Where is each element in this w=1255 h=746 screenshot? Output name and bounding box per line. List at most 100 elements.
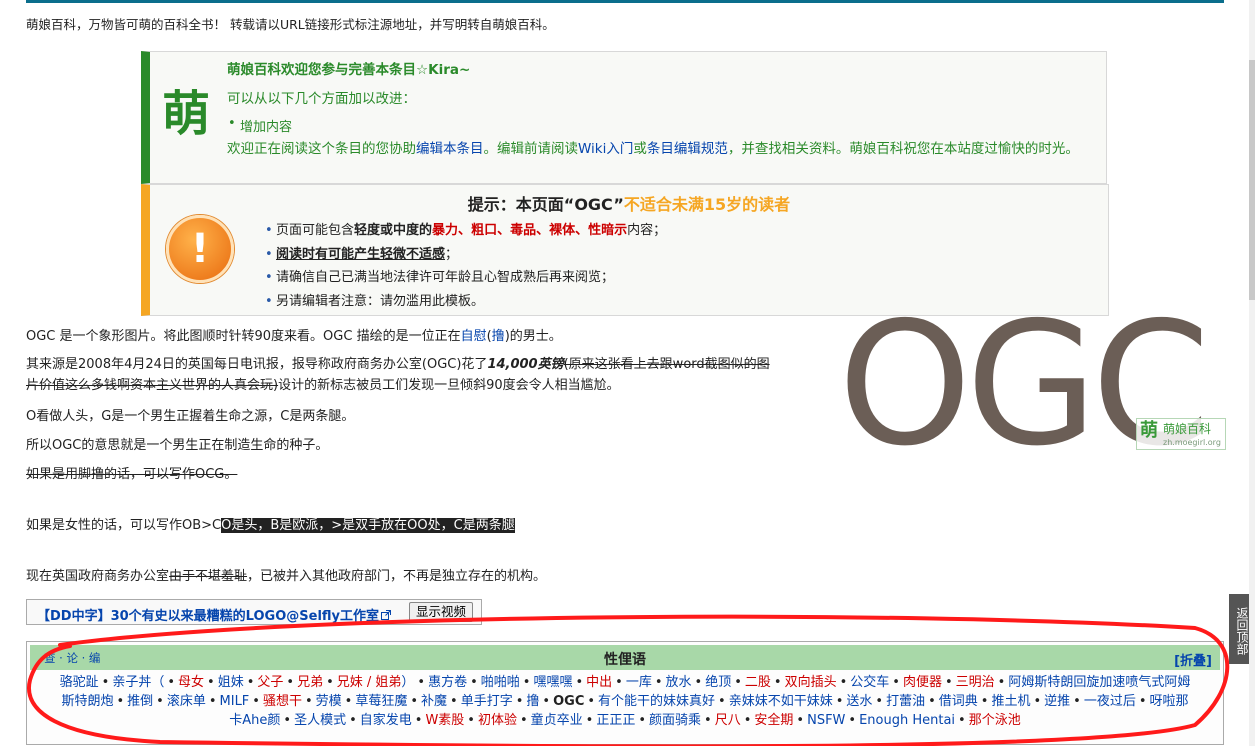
- scrollbar-thumb[interactable]: [1249, 60, 1255, 300]
- item-tag: 粗口: [471, 223, 498, 238]
- navbox-link[interactable]: 一库: [626, 675, 652, 690]
- navbox-separator: •: [207, 675, 215, 690]
- video-link[interactable]: 【DD中字】30个有史以来最糟糕的LOGO@Selfly工作室: [37, 605, 392, 624]
- moe-logo-icon: 萌: [162, 86, 211, 142]
- navbox-link[interactable]: 肉便器: [903, 675, 942, 690]
- navbox-separator: •: [704, 713, 712, 728]
- edit-guide-link[interactable]: 条目编辑规范: [647, 141, 728, 157]
- navbox-separator: •: [928, 694, 936, 709]
- navbox-link[interactable]: 尺八: [715, 713, 741, 728]
- navbox-link[interactable]: 亲妹妹不如干妹妹: [729, 694, 833, 709]
- navbox-separator: •: [875, 694, 884, 709]
- navbox-separator: •: [519, 713, 528, 728]
- navbox-link[interactable]: ）: [401, 675, 414, 690]
- navbox-link[interactable]: 补魔: [421, 694, 447, 709]
- navbox-separator: •: [349, 713, 357, 728]
- paragraph-4: 所以OGC的意思就是一个男生正在制造生命的种子。: [26, 438, 329, 453]
- navbox-link[interactable]: 父子: [257, 675, 283, 690]
- site-disclaimer: 萌娘百科，万物皆可萌的百科全书！ 转载请以URL链接形式标注源地址，并写明转自萌…: [26, 17, 555, 32]
- navbox-link[interactable]: 三明治: [956, 675, 995, 690]
- navbox-link[interactable]: 有个能干的妹妹真好: [598, 694, 715, 709]
- navbox-link[interactable]: 斯特朗炮: [61, 694, 113, 709]
- navbox-link[interactable]: 嘿嘿嘿: [533, 675, 572, 690]
- navbox-separator: •: [467, 713, 475, 728]
- navbox-link[interactable]: NSFW: [807, 713, 845, 728]
- navbox-separator: •: [246, 675, 255, 690]
- navbox-collapse-button[interactable]: [折叠]: [1174, 650, 1212, 669]
- navbox-link[interactable]: 滚床单: [167, 694, 206, 709]
- item-tag: 裸体: [549, 223, 576, 238]
- navbox-separator: •: [944, 675, 953, 690]
- navbox-link[interactable]: 初体验: [478, 713, 517, 728]
- navbox-separator: •: [1073, 694, 1081, 709]
- navbox-link[interactable]: 那个泳池: [969, 713, 1021, 728]
- wiki-intro-link[interactable]: Wiki入门: [578, 141, 633, 157]
- navbox-separator: •: [575, 675, 584, 690]
- navbox-link[interactable]: 兄妹 / 姐弟: [337, 675, 402, 690]
- spoiler-text[interactable]: O是头，B是欧派，>是双手放在OO处，C是两条腿: [221, 518, 515, 533]
- age-warning-title-age: 不适合未满15岁的读者: [623, 195, 791, 214]
- moegirl-watermark: 萌 萌娘百科 zh.moegirl.org: [1136, 418, 1226, 450]
- navbox-link[interactable]: 劳模: [316, 694, 342, 709]
- navbox-link[interactable]: 自家发电: [360, 713, 412, 728]
- navbox-link[interactable]: 母女: [178, 675, 204, 690]
- navbox-link[interactable]: 推倒: [127, 694, 153, 709]
- navbox-link[interactable]: 打蕾油: [886, 694, 925, 709]
- navbox-separator: •: [101, 675, 110, 690]
- navbox-separator: •: [848, 713, 857, 728]
- lu-link[interactable]: 撸: [492, 329, 505, 344]
- navbox-separator: •: [694, 675, 703, 690]
- navbox-link[interactable]: 公交车: [850, 675, 889, 690]
- scrollbar-track[interactable]: [1249, 0, 1255, 746]
- item-tag: 毒品: [510, 223, 537, 238]
- navbox-link[interactable]: 二股: [745, 675, 771, 690]
- navbox-link[interactable]: 圣人模式: [294, 713, 346, 728]
- navbox-link[interactable]: 啪啪啪: [481, 675, 520, 690]
- paragraph-5: 如果是用脚撸的话，可以写作OCG。: [26, 467, 238, 482]
- navbox-link[interactable]: 绝顶: [705, 675, 731, 690]
- masturbation-link[interactable]: 自慰: [461, 329, 487, 344]
- p-text: OGC 是一个象形图片。将此图顺时针转90度来看。OGC 描绘的是一位正在: [26, 329, 461, 344]
- navbox-separator: •: [286, 675, 295, 690]
- age-warning-item: 阅读时有可能产生轻微不适感；: [265, 243, 666, 267]
- back-to-top-button[interactable]: 返回顶部: [1229, 594, 1249, 664]
- edit-article-link[interactable]: 编辑本条目: [416, 141, 484, 157]
- navbox-separator: •: [654, 675, 663, 690]
- item-tag-sep: 、: [497, 223, 511, 238]
- navbox-link[interactable]: W素股: [425, 713, 464, 728]
- navbox-link[interactable]: 一夜过后: [1084, 694, 1136, 709]
- p-text: 现在英国政府商务办公室: [26, 569, 170, 584]
- desc-text: ，并查找相关资料。萌娘百科祝您在本站度过愉快的时光。: [727, 141, 1079, 157]
- navbox-link[interactable]: 姐妹: [218, 675, 244, 690]
- navbox-link[interactable]: 草莓狂魔: [355, 694, 407, 709]
- item-tag-sep: 、: [458, 223, 472, 238]
- navbox-link[interactable]: 逆推: [1044, 694, 1070, 709]
- navbox-link[interactable]: 呀啦那: [1150, 694, 1189, 709]
- navbox-link[interactable]: 单手打字: [461, 694, 513, 709]
- navbox-link[interactable]: 童贞卒业: [531, 713, 583, 728]
- warning-icon: !: [166, 215, 234, 283]
- show-video-button[interactable]: 显示视频: [409, 602, 474, 622]
- navbox-link[interactable]: 双向插头: [785, 675, 837, 690]
- navbox-link[interactable]: 骚想干: [263, 694, 302, 709]
- navbox-link[interactable]: 正正正: [596, 713, 635, 728]
- navbox-link[interactable]: 亲子丼（: [112, 675, 164, 690]
- video-link-text[interactable]: 【DD中字】30个有史以来最糟糕的LOGO@Selfly工作室: [37, 609, 379, 624]
- navbox-link[interactable]: 撸: [526, 694, 539, 709]
- navbox-separator: •: [450, 694, 458, 709]
- navbox-link[interactable]: 送水: [846, 694, 872, 709]
- navbox-link[interactable]: 颜面骑乘: [649, 713, 701, 728]
- navbox-link[interactable]: 兄弟: [297, 675, 323, 690]
- navbox-link[interactable]: 推土机: [991, 694, 1030, 709]
- navbox-link[interactable]: 卡Ahe颜: [229, 713, 280, 728]
- item-tag-sep: 、: [536, 223, 550, 238]
- navbox-link[interactable]: 安全期: [754, 713, 793, 728]
- navbox-link[interactable]: 骆驼趾: [60, 675, 99, 690]
- navbox-link[interactable]: 阿姆斯特朗回旋加速喷气式阿姆: [1008, 675, 1190, 690]
- navbox-link[interactable]: 中出: [586, 675, 612, 690]
- navbox-link[interactable]: 惠方卷: [428, 675, 467, 690]
- navbox-link[interactable]: MILF: [220, 694, 250, 709]
- navbox-link[interactable]: 借词典: [939, 694, 978, 709]
- navbox-link[interactable]: 放水: [666, 675, 692, 690]
- navbox-link[interactable]: Enough Hentai: [859, 713, 955, 728]
